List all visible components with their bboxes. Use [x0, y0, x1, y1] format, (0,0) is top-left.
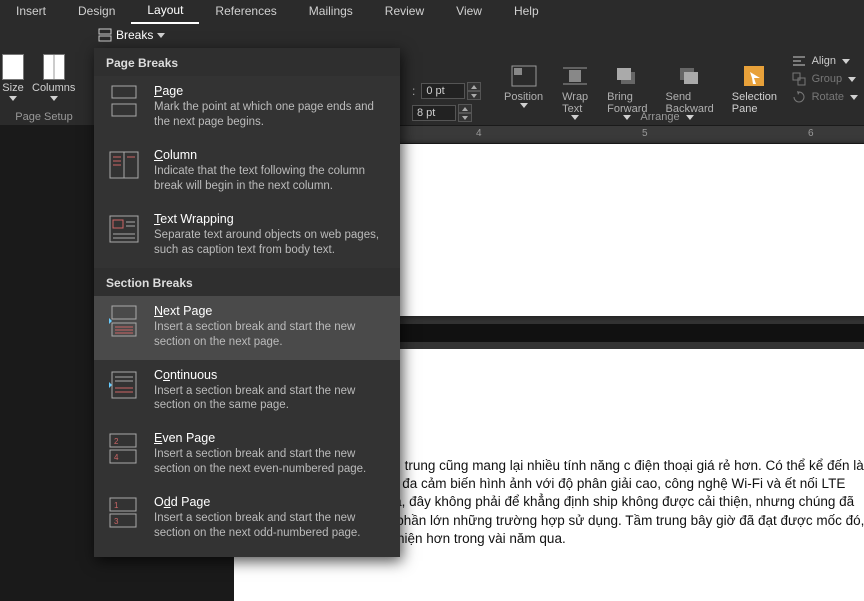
- chevron-down-icon: [842, 59, 850, 64]
- tab-review[interactable]: Review: [369, 0, 440, 23]
- page-1[interactable]: [398, 144, 864, 316]
- section-break-continuous[interactable]: Continuous Insert a section break and st…: [94, 360, 400, 424]
- ruler-mark: 6: [808, 128, 814, 139]
- break-column-desc: Indicate that the text following the col…: [154, 164, 388, 194]
- next-page-icon: [106, 304, 142, 338]
- page-break-icon: [106, 84, 142, 118]
- group-label: Group: [812, 73, 843, 85]
- break-text-wrapping[interactable]: Text Wrapping Separate text around objec…: [94, 204, 400, 268]
- tab-layout[interactable]: Layout: [131, 0, 199, 24]
- break-text-wrapping-desc: Separate text around objects on web page…: [154, 228, 388, 258]
- section-next-page-title: Next Page: [154, 304, 388, 318]
- breaks-label: Breaks: [116, 28, 153, 42]
- rotate-icon: [792, 90, 806, 104]
- section-breaks-header: Section Breaks: [94, 268, 400, 296]
- text-wrapping-icon: [106, 212, 142, 246]
- page-breaks-header: Page Breaks: [94, 48, 400, 76]
- odd-page-icon: 13: [106, 495, 142, 529]
- rotate-button[interactable]: Rotate: [792, 90, 858, 104]
- group-icon: [792, 72, 806, 86]
- column-break-icon: [106, 148, 142, 182]
- section-odd-page-title: Odd Page: [154, 495, 388, 509]
- section-even-page-title: Even Page: [154, 431, 388, 445]
- break-column-title: Column: [154, 148, 388, 162]
- section-break-even-page[interactable]: 24 Even Page Insert a section break and …: [94, 423, 400, 487]
- position-button[interactable]: Position: [504, 64, 543, 108]
- spin-up-button[interactable]: [458, 104, 472, 113]
- align-button[interactable]: Align: [792, 54, 858, 68]
- page-size-icon: [2, 54, 24, 80]
- spin-up-button[interactable]: [467, 82, 481, 91]
- spacing-after-input[interactable]: [412, 105, 456, 121]
- rotate-label: Rotate: [812, 91, 844, 103]
- section-break-odd-page[interactable]: 13 Odd Page Insert a section break and s…: [94, 487, 400, 551]
- bring-forward-icon: [613, 64, 641, 88]
- chevron-down-icon: [9, 96, 17, 101]
- spin-down-button[interactable]: [467, 91, 481, 100]
- send-backward-icon: [676, 64, 704, 88]
- section-even-page-desc: Insert a section break and start the new…: [154, 447, 388, 477]
- chevron-down-icon: [157, 33, 165, 38]
- ruler-mark: 5: [642, 128, 648, 139]
- tab-view[interactable]: View: [440, 0, 498, 23]
- spacing-before-input[interactable]: [421, 83, 465, 99]
- size-button[interactable]: Size: [2, 54, 24, 101]
- breaks-button[interactable]: Breaks: [92, 26, 171, 44]
- wrap-text-icon: [561, 64, 589, 88]
- group-button[interactable]: Group: [792, 72, 858, 86]
- chevron-down-icon: [850, 95, 858, 100]
- section-next-page-desc: Insert a section break and start the new…: [154, 320, 388, 350]
- ribbon-tabs: Insert Design Layout References Mailings…: [0, 0, 864, 24]
- breaks-icon: [98, 28, 112, 42]
- section-continuous-desc: Insert a section break and start the new…: [154, 384, 388, 414]
- even-page-icon: 24: [106, 431, 142, 465]
- tab-design[interactable]: Design: [62, 0, 131, 23]
- break-page[interactable]: Page Mark the point at which one page en…: [94, 76, 400, 140]
- chevron-down-icon: [848, 77, 856, 82]
- svg-text:2: 2: [114, 437, 119, 446]
- columns-icon: [43, 54, 65, 80]
- align-label: Align: [812, 55, 836, 67]
- horizontal-ruler[interactable]: 4 5 6: [398, 126, 864, 144]
- position-icon: [510, 64, 538, 88]
- columns-button[interactable]: Columns: [32, 54, 75, 101]
- break-page-title: Page: [154, 84, 388, 98]
- align-icon: [792, 54, 806, 68]
- document-area[interactable]: năng, những con chip tầm trung cũng mang…: [398, 144, 864, 601]
- page-setup-group-label: Page Setup: [4, 111, 84, 123]
- ruler-mark: 4: [476, 128, 482, 139]
- section-break-next-page[interactable]: Next Page Insert a section break and sta…: [94, 296, 400, 360]
- continuous-icon: [106, 368, 142, 402]
- selection-pane-button[interactable]: Selection Pane: [732, 64, 777, 115]
- spin-down-button[interactable]: [458, 113, 472, 122]
- tab-mailings[interactable]: Mailings: [293, 0, 369, 23]
- position-label: Position: [504, 91, 543, 103]
- svg-text:4: 4: [114, 453, 119, 462]
- columns-label: Columns: [32, 82, 75, 94]
- tab-help[interactable]: Help: [498, 0, 555, 23]
- chevron-down-icon: [520, 103, 528, 108]
- break-page-desc: Mark the point at which one page ends an…: [154, 100, 388, 130]
- arrange-group-label: Arrange: [560, 111, 760, 123]
- section-continuous-title: Continuous: [154, 368, 388, 382]
- break-text-wrapping-title: Text Wrapping: [154, 212, 388, 226]
- selection-pane-icon: [740, 64, 768, 88]
- tab-insert[interactable]: Insert: [0, 0, 62, 23]
- svg-text:3: 3: [114, 517, 119, 526]
- tab-references[interactable]: References: [199, 0, 292, 23]
- svg-text:1: 1: [114, 501, 119, 510]
- breaks-dropdown: Page Breaks Page Mark the point at which…: [94, 48, 400, 557]
- size-label: Size: [2, 82, 23, 94]
- chevron-down-icon: [50, 96, 58, 101]
- section-odd-page-desc: Insert a section break and start the new…: [154, 511, 388, 541]
- page-gap: [398, 324, 864, 342]
- break-column[interactable]: Column Indicate that the text following …: [94, 140, 400, 204]
